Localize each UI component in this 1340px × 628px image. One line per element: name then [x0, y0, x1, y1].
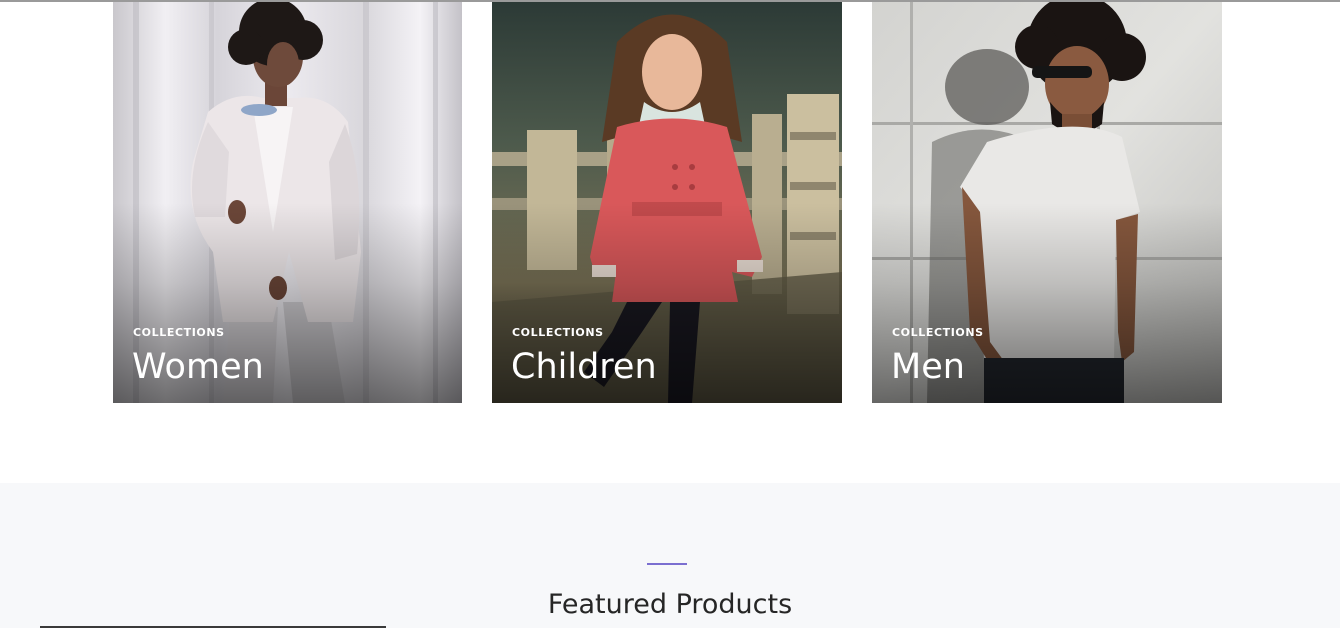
collection-card-children[interactable]: COLLECTIONS Children — [492, 2, 842, 403]
collection-title: Men — [891, 347, 965, 387]
collection-eyebrow: COLLECTIONS — [892, 326, 984, 339]
featured-products-section: Featured Products — [0, 483, 1340, 628]
heading-accent-line — [647, 563, 687, 565]
page: COLLECTIONS Women COLLECTIONS Children C… — [0, 0, 1340, 628]
featured-products-heading: Featured Products — [547, 589, 793, 620]
collection-card-men[interactable]: COLLECTIONS Men — [872, 2, 1222, 403]
collection-title: Women — [132, 347, 264, 387]
collection-card-women[interactable]: COLLECTIONS Women — [113, 2, 462, 403]
collections-grid: COLLECTIONS Women COLLECTIONS Children C… — [0, 2, 1340, 403]
collection-eyebrow: COLLECTIONS — [512, 326, 604, 339]
collection-title: Children — [511, 347, 657, 387]
collection-eyebrow: COLLECTIONS — [133, 326, 225, 339]
